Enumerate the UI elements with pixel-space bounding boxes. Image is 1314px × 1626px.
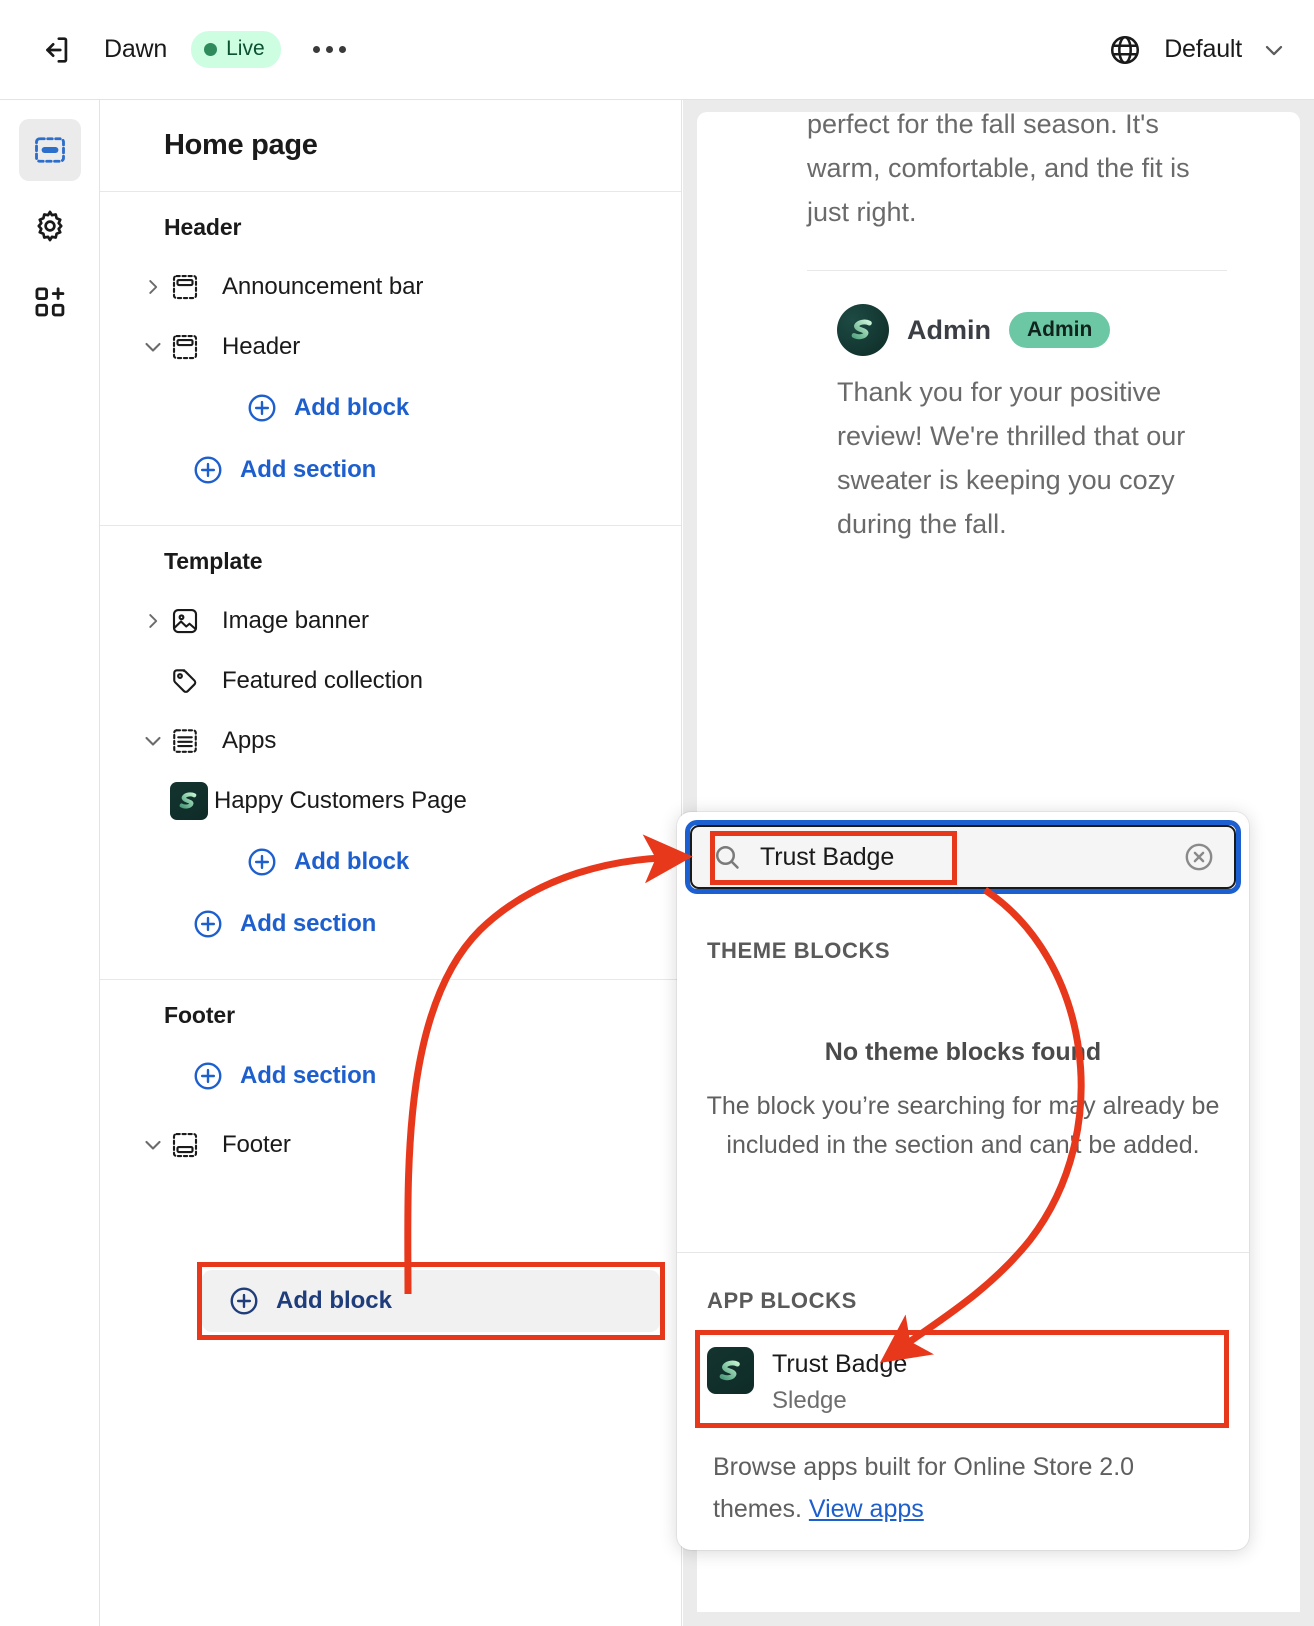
theme-blocks-empty-body: The block you’re searching for may alrea… — [705, 1087, 1221, 1165]
block-row-happy-customers-page[interactable]: Happy Customers Page — [100, 771, 681, 831]
status-dot-icon — [204, 43, 217, 56]
chevron-down-icon[interactable] — [1260, 36, 1288, 64]
locale-selector-label[interactable]: Default — [1164, 35, 1242, 64]
chevron-down-icon[interactable] — [136, 729, 170, 753]
apps-section-icon — [170, 726, 216, 756]
page-title: Home page — [164, 129, 318, 162]
plus-circle-icon — [192, 908, 224, 940]
top-bar-left: Dawn Live — [0, 28, 353, 72]
add-section-button-footer[interactable]: Add section — [100, 1045, 681, 1107]
theme-blocks-label: THEME BLOCKS — [707, 938, 890, 964]
section-icon — [170, 332, 216, 362]
divider — [677, 1252, 1249, 1253]
globe-icon[interactable] — [1104, 29, 1146, 71]
section-row-label: Featured collection — [222, 667, 423, 695]
more-options-icon[interactable] — [307, 30, 353, 70]
add-block-label: Add block — [294, 848, 409, 876]
group-label-footer: Footer — [100, 1002, 681, 1029]
section-icon — [170, 272, 216, 302]
group-template: Template Image banner — [100, 526, 681, 980]
chevron-right-icon[interactable] — [136, 610, 170, 632]
add-block-button-apps[interactable]: Add block — [100, 831, 681, 893]
section-row-footer[interactable]: Footer — [100, 1115, 681, 1175]
highlight-box-add-block — [197, 1262, 665, 1340]
footer-icon — [170, 1130, 216, 1160]
sledge-app-icon — [170, 782, 208, 820]
add-section-button-template[interactable]: Add section — [100, 893, 681, 955]
highlight-box-app-block — [695, 1330, 1229, 1428]
section-row-image-banner[interactable]: Image banner — [100, 591, 681, 651]
status-badge-label: Live — [226, 37, 265, 61]
sidebar-item-apps[interactable] — [19, 271, 81, 333]
theme-name: Dawn — [104, 35, 167, 64]
exit-icon[interactable] — [34, 28, 78, 72]
add-section-label: Add section — [240, 910, 376, 938]
divider — [807, 270, 1227, 271]
highlight-box-search-query — [710, 831, 957, 885]
add-section-label: Add section — [240, 1062, 376, 1090]
group-header: Header Announcement bar — [100, 192, 681, 526]
section-row-label: Image banner — [222, 607, 369, 635]
block-row-label: Happy Customers Page — [214, 787, 467, 815]
review-body-text: perfect for the fall season. It's warm, … — [807, 112, 1227, 234]
add-section-label: Add section — [240, 456, 376, 484]
theme-blocks-empty-title: No theme blocks found — [677, 1038, 1249, 1067]
section-row-featured-collection[interactable]: Featured collection — [100, 651, 681, 711]
chevron-right-icon[interactable] — [136, 276, 170, 298]
group-footer: Footer Add section Footer — [100, 980, 681, 1199]
sidebar-item-theme-settings[interactable] — [19, 195, 81, 257]
plus-circle-icon — [246, 392, 278, 424]
add-block-button-header[interactable]: Add block — [100, 377, 681, 439]
add-section-button-header[interactable]: Add section — [100, 439, 681, 501]
avatar — [837, 304, 889, 356]
add-block-popover: Trust Badge THEME BLOCKS No theme blocks… — [677, 812, 1249, 1550]
group-label-template: Template — [100, 548, 681, 575]
section-row-label: Apps — [222, 727, 276, 755]
image-icon — [170, 606, 216, 636]
plus-circle-icon — [192, 1060, 224, 1092]
add-block-label: Add block — [294, 394, 409, 422]
section-row-announcement-bar[interactable]: Announcement bar — [100, 257, 681, 317]
section-row-label: Header — [222, 333, 300, 361]
tag-icon — [170, 666, 216, 696]
review-author-badge: Admin — [1009, 312, 1110, 348]
top-bar: Dawn Live Default — [0, 0, 1314, 100]
section-row-label: Announcement bar — [222, 273, 423, 301]
review-reply-text: Thank you for your positive review! We'r… — [837, 370, 1227, 546]
sidebar-item-sections[interactable] — [19, 119, 81, 181]
section-row-apps[interactable]: Apps — [100, 711, 681, 771]
left-rail — [0, 100, 100, 1626]
chevron-down-icon[interactable] — [136, 335, 170, 359]
view-apps-link[interactable]: View apps — [809, 1495, 924, 1523]
panel-title-bar: Home page — [100, 100, 681, 192]
section-row-header[interactable]: Header — [100, 317, 681, 377]
top-bar-right: Default — [1104, 29, 1314, 71]
chevron-down-icon[interactable] — [136, 1133, 170, 1157]
group-label-header: Header — [100, 214, 681, 241]
app-blocks-label: APP BLOCKS — [707, 1288, 857, 1314]
plus-circle-icon — [246, 846, 278, 878]
section-row-label: Footer — [222, 1131, 291, 1159]
browse-apps-text: Browse apps built for Online Store 2.0 t… — [713, 1446, 1213, 1530]
plus-circle-icon — [192, 454, 224, 486]
sections-panel: Home page Header Announcement bar — [100, 100, 682, 1626]
review-author: Admin Admin — [837, 304, 1110, 356]
review-author-name: Admin — [907, 315, 991, 346]
status-badge: Live — [191, 31, 281, 68]
